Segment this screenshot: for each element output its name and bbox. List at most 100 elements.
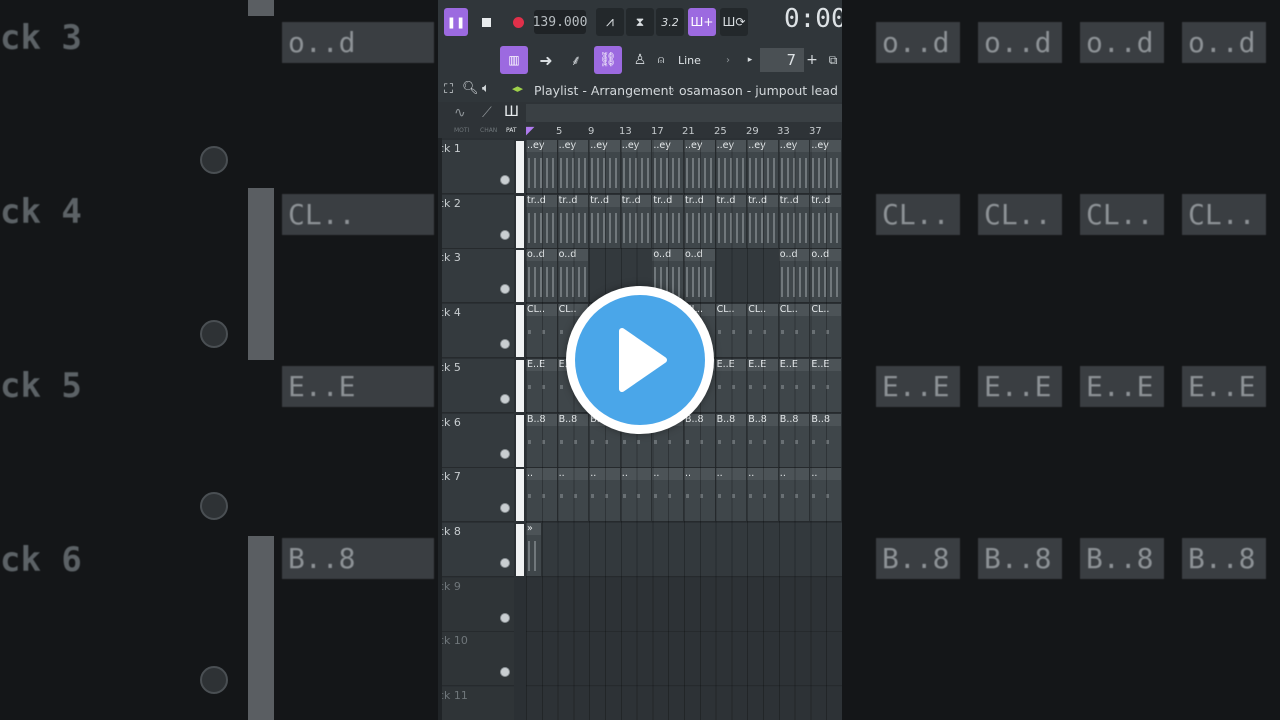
track-lane[interactable]: .................... — [526, 468, 842, 523]
pattern-clip[interactable]: .. — [620, 468, 653, 522]
pattern-clip[interactable]: ..ey — [652, 140, 684, 193]
pattern-clip[interactable]: B..8 — [810, 413, 842, 467]
track-enable-dot[interactable] — [500, 503, 510, 514]
pattern-clip[interactable]: tr..d — [747, 194, 779, 248]
speaker-icon[interactable]: 🔈︎ — [482, 81, 490, 96]
pattern-clip[interactable]: .. — [684, 468, 716, 522]
add-pattern-button[interactable]: + — [804, 48, 820, 72]
pattern-clip[interactable]: B..8 — [557, 413, 590, 467]
timeline-ruler[interactable]: ◤ 5 9 13 17 21 25 29 33 37 — [526, 124, 842, 140]
track-enable-dot[interactable] — [500, 284, 510, 295]
track-enable-dot[interactable] — [500, 393, 510, 404]
track-lane[interactable]: tr..d tr..d tr..d tr..d tr..d tr..d tr..d tr..d… — [526, 194, 842, 249]
track-enable-dot[interactable] — [500, 448, 510, 459]
pattern-clip[interactable]: o..d — [526, 249, 558, 303]
track-scrollbar[interactable] — [438, 138, 442, 720]
pattern-clip[interactable]: .. — [557, 468, 590, 522]
pattern-clip[interactable]: tr..d — [778, 194, 811, 248]
pattern-clip[interactable]: ..ey — [620, 140, 653, 193]
pattern-clip[interactable]: CL.. — [715, 304, 748, 358]
pattern-selector[interactable]: 7 — [760, 48, 804, 72]
stamp-button[interactable]: ♙ — [626, 46, 654, 74]
track-header[interactable]: ck 5 — [438, 358, 514, 413]
track-header[interactable]: ck 6 — [438, 413, 514, 468]
pattern-clip[interactable]: CL.. — [747, 304, 779, 358]
video-play-button[interactable] — [566, 286, 714, 434]
playhead-marker[interactable]: ◤ — [526, 124, 534, 137]
pattern-clip[interactable]: E..E — [810, 358, 842, 412]
pattern-clip[interactable]: .. — [652, 468, 684, 522]
pattern-clip[interactable]: ..ey — [778, 140, 811, 193]
pattern-clip[interactable]: tr..d — [715, 194, 748, 248]
pattern-clip[interactable]: ..ey — [589, 140, 621, 193]
pattern-clip[interactable]: » — [526, 522, 542, 576]
track-header[interactable]: ck 2 — [438, 194, 514, 249]
pattern-clip[interactable]: E..E — [747, 358, 779, 412]
track-header[interactable]: ck 4 — [438, 304, 514, 359]
pattern-clip[interactable]: tr..d — [620, 194, 653, 248]
pattern-clone-button[interactable]: ⧉ — [824, 48, 842, 72]
pattern-clip[interactable]: ..ey — [526, 140, 558, 193]
blend-notes-button[interactable]: Ш+ — [688, 8, 716, 36]
pattern-clip[interactable]: CL.. — [778, 304, 811, 358]
track-lane[interactable] — [526, 687, 842, 720]
link-button[interactable]: ⛓ — [594, 46, 622, 74]
track-lane[interactable]: ..ey ..ey ..ey ..ey ..ey ..ey ..ey ..ey ..ey ..ey — [526, 140, 842, 194]
tempo-display[interactable]: 139.000 — [533, 10, 587, 34]
pattern-clip[interactable]: B..8 — [778, 413, 811, 467]
pattern-clip[interactable]: .. — [715, 468, 748, 522]
track-enable-dot[interactable] — [500, 175, 510, 185]
pattern-clip[interactable]: ..ey — [747, 140, 779, 193]
stop-button[interactable] — [472, 8, 500, 36]
next-button[interactable]: ➜ — [532, 46, 560, 74]
pattern-clip[interactable]: ..ey — [557, 140, 590, 193]
track-enable-dot[interactable] — [500, 339, 510, 350]
pattern-clip[interactable]: CL.. — [526, 304, 558, 358]
pattern-clip[interactable]: ..ey — [810, 140, 842, 193]
track-header[interactable]: ck 1 — [438, 140, 514, 194]
tab-moti[interactable]: MOTI — [454, 127, 469, 134]
track-enable-dot[interactable] — [500, 612, 510, 623]
pattern-clip[interactable]: E..E — [526, 358, 558, 412]
pattern-clip[interactable]: B..8 — [747, 413, 779, 467]
pattern-clip[interactable]: .. — [589, 468, 621, 522]
tab-chan[interactable]: CHAN — [480, 127, 497, 134]
overview-strip[interactable] — [526, 104, 842, 122]
loop-record-button[interactable]: Ш⟳ — [720, 8, 748, 36]
arrows-icon[interactable]: ◂▸ — [512, 82, 523, 95]
pattern-clip[interactable]: .. — [747, 468, 779, 522]
track-header[interactable]: ck 8 — [438, 522, 514, 577]
pattern-prev-button[interactable]: ▸ — [742, 48, 758, 72]
fit-icon[interactable]: ⛶ — [444, 82, 453, 97]
piano-icon[interactable]: Ш — [504, 104, 519, 120]
zoom-icon[interactable]: 🔍︎ — [462, 81, 479, 96]
track-header[interactable]: ck 7 — [438, 468, 514, 523]
tab-pat[interactable]: PAT — [506, 127, 517, 134]
pattern-clip[interactable]: tr..d — [652, 194, 684, 248]
track-enable-dot[interactable] — [500, 667, 510, 678]
track-header[interactable]: ck 10 — [438, 632, 514, 687]
metronome-button[interactable]: ⩘ — [596, 8, 624, 36]
track-lane[interactable]: o..d o..d o..d o..d o..d o..d — [526, 249, 842, 304]
paint-tool-button[interactable]: ⸙ — [562, 46, 590, 74]
pattern-clip[interactable]: E..E — [715, 358, 748, 412]
track-lane[interactable] — [526, 632, 842, 687]
pattern-clip[interactable]: tr..d — [526, 194, 558, 248]
track-enable-dot[interactable] — [500, 229, 510, 240]
track-header[interactable]: ck 3 — [438, 249, 514, 304]
snap-select[interactable]: Line › — [668, 50, 734, 70]
pattern-clip[interactable]: B..8 — [684, 413, 716, 467]
countdown-button[interactable]: ⧗ — [626, 8, 654, 36]
pattern-clip[interactable]: tr..d — [684, 194, 716, 248]
pattern-clip[interactable]: tr..d — [557, 194, 590, 248]
pattern-clip[interactable]: E..E — [778, 358, 811, 412]
pattern-clip[interactable]: .. — [526, 468, 558, 522]
pattern-clip[interactable]: o..d — [810, 249, 842, 303]
track-lane[interactable] — [526, 577, 842, 632]
pattern-clip[interactable]: o..d — [684, 249, 716, 303]
pattern-clip[interactable]: .. — [778, 468, 811, 522]
pause-button[interactable]: ❚❚ — [444, 8, 468, 36]
track-lane[interactable]: » — [526, 522, 842, 577]
record-button[interactable] — [504, 8, 532, 36]
pattern-clip[interactable]: ..ey — [715, 140, 748, 193]
